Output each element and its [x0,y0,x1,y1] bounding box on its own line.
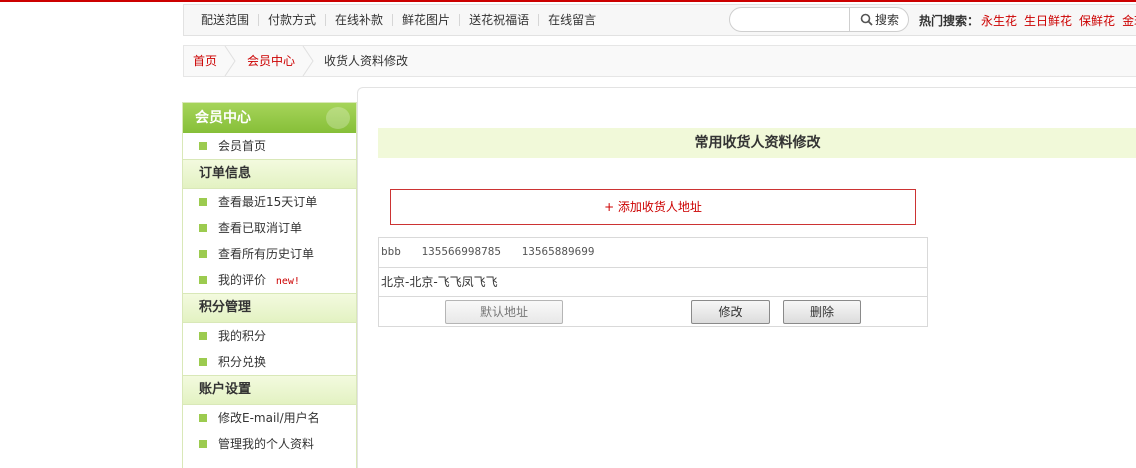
bullet-icon [199,250,207,258]
sidebar-item-label: 我的评价 [218,273,267,287]
sidebar-item-points-exchange[interactable]: 积分兑换 [183,349,356,375]
bullet-icon [199,358,207,366]
sidebar-item-label: 查看已取消订单 [218,221,303,235]
delete-button[interactable]: 删除 [783,300,861,324]
bullet-icon [199,198,207,206]
nav-link-online-message[interactable]: 在线留言 [538,14,605,26]
search-button[interactable]: 搜索 [849,8,909,31]
top-nav-links: 配送范围 付款方式 在线补款 鲜花图片 送花祝福语 在线留言 [192,5,605,35]
breadcrumb-member-wrap: 会员中心 [247,46,295,76]
top-accent-line [0,0,1136,2]
bullet-icon [199,142,207,150]
address-actions: 默认地址 修改 删除 [379,297,927,326]
sidebar-title: 会员中心 [183,103,356,133]
sidebar-item-member-home[interactable]: 会员首页 [183,133,356,159]
search-box: 搜索 [729,7,909,32]
sidebar-item-change-email[interactable]: 修改E-mail/用户名 [183,405,356,431]
nav-link-payment-methods[interactable]: 付款方式 [258,14,325,26]
search-button-label: 搜索 [874,13,899,27]
sidebar-item-label: 积分兑换 [218,355,267,369]
sidebar-title-text: 会员中心 [195,110,251,126]
hot-search-link[interactable]: 保鲜花 [1079,12,1115,29]
nav-link-delivery-area[interactable]: 配送范围 [192,14,258,26]
sidebar-item-my-reviews[interactable]: 我的评价 new! [183,267,356,293]
sidebar-item-recent-orders[interactable]: 查看最近15天订单 [183,189,356,215]
sidebar-item-cancelled-orders[interactable]: 查看已取消订单 [183,215,356,241]
page-title: 常用收货人资料修改 [378,128,1136,158]
recipient-phone-alt: 13565889699 [521,245,595,258]
nav-link-flower-pictures[interactable]: 鲜花图片 [392,14,459,26]
sidebar-item-manage-profile[interactable]: 管理我的个人资料 [183,431,356,457]
bullet-icon [199,440,207,448]
hot-search: 热门搜索： 永生花 生日鲜花 保鲜花 金玫 [919,5,1136,35]
sidebar-item-label: 我的积分 [218,329,267,343]
breadcrumb-member-center[interactable]: 会员中心 [247,54,295,68]
member-sidebar: 会员中心 会员首页 订单信息 查看最近15天订单 查看已取消订单 查看所有历史订… [182,102,357,468]
breadcrumb-home-wrap: 首页 [193,46,217,76]
bullet-icon [199,276,207,284]
breadcrumb-current: 收货人资料修改 [324,54,409,68]
edit-button[interactable]: 修改 [691,300,770,324]
search-icon [860,13,873,26]
bullet-icon [199,332,207,340]
hot-search-label: 热门搜索： [919,13,980,28]
sidebar-item-label: 会员首页 [218,139,267,153]
sidebar-section-points: 积分管理 [183,293,356,323]
new-badge: new! [275,276,300,287]
breadcrumb: 首页 会员中心 收货人资料修改 [183,45,1136,77]
set-default-button[interactable]: 默认地址 [445,300,563,324]
nav-link-online-payment[interactable]: 在线补款 [325,14,392,26]
recipient-name: bbb [381,245,401,258]
sidebar-section-orders: 订单信息 [183,159,356,189]
recipient-phone: 135566998785 [421,245,501,258]
sidebar-item-label: 管理我的个人资料 [218,437,315,451]
hot-search-link[interactable]: 永生花 [981,12,1017,29]
add-address-button[interactable]: + 添加收货人地址 [390,189,916,225]
sidebar-item-my-points[interactable]: 我的积分 [183,323,356,349]
main-content: 常用收货人资料修改 + 添加收货人地址 bbb 135566998785 135… [357,87,1136,468]
nav-link-blessing-messages[interactable]: 送花祝福语 [459,14,538,26]
sidebar-item-all-orders[interactable]: 查看所有历史订单 [183,241,356,267]
sidebar-item-label: 查看所有历史订单 [218,247,315,261]
hot-search-link[interactable]: 生日鲜花 [1024,12,1072,29]
bullet-icon [199,414,207,422]
bullet-icon [199,224,207,232]
address-detail: 北京-北京-飞飞凤飞飞 [379,268,927,297]
address-contact-row: bbb 135566998785 13565889699 [379,238,927,268]
sidebar-section-account: 账户设置 [183,375,356,405]
breadcrumb-home[interactable]: 首页 [193,54,217,68]
address-card: bbb 135566998785 13565889699 北京-北京-飞飞凤飞飞… [378,237,928,327]
breadcrumb-separator-icon [224,46,236,76]
top-navigation-bar: 配送范围 付款方式 在线补款 鲜花图片 送花祝福语 在线留言 搜索 热门搜索： … [183,4,1136,36]
sidebar-item-label: 查看最近15天订单 [218,195,318,209]
breadcrumb-separator-icon [302,46,314,76]
hot-search-link[interactable]: 金玫 [1122,12,1136,29]
search-input[interactable] [730,8,850,31]
sidebar-header-decoration [326,107,350,129]
sidebar-item-label: 修改E-mail/用户名 [218,411,320,425]
